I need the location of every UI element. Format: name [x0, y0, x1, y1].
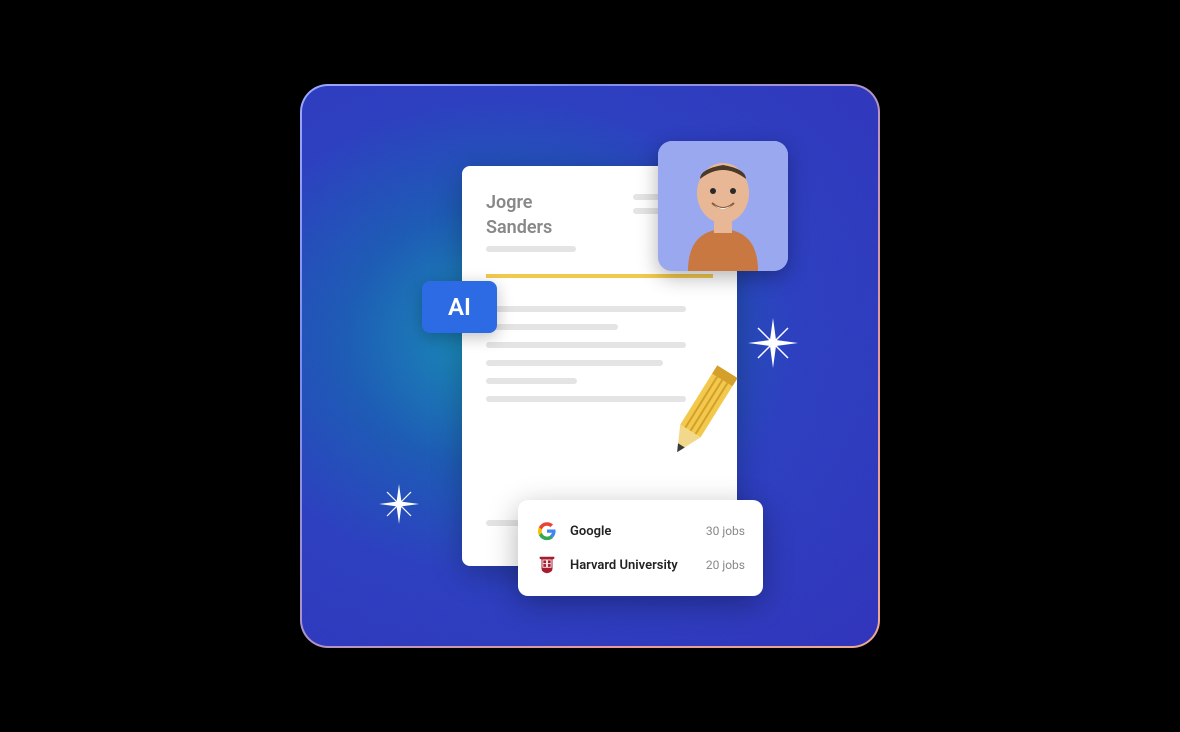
placeholder-line — [486, 396, 686, 402]
avatar-illustration — [658, 141, 788, 271]
job-company-name: Harvard University — [570, 558, 706, 573]
placeholder-line — [486, 378, 577, 384]
placeholder-line — [486, 246, 576, 252]
placeholder-line — [486, 324, 618, 330]
job-row[interactable]: Google 30 jobs — [536, 514, 745, 548]
ai-badge: AI — [422, 281, 497, 333]
job-count: 30 jobs — [706, 524, 745, 538]
jobs-card: Google 30 jobs Harvard University 20 job… — [518, 500, 763, 596]
google-logo-icon — [536, 520, 558, 542]
promo-panel: Jogre Sanders — [302, 86, 878, 646]
sparkle-icon — [748, 318, 798, 368]
first-name: Jogre — [486, 192, 532, 213]
sparkle-icon — [379, 484, 419, 524]
profile-avatar — [658, 141, 788, 271]
promo-frame: Jogre Sanders — [300, 84, 880, 648]
job-count: 20 jobs — [706, 558, 745, 572]
last-name: Sanders — [486, 217, 552, 238]
job-company-name: Google — [570, 524, 706, 539]
job-row[interactable]: Harvard University 20 jobs — [536, 548, 745, 582]
placeholder-line — [486, 306, 686, 312]
ai-badge-label: AI — [448, 293, 471, 321]
placeholder-line — [486, 360, 663, 366]
divider-accent — [486, 274, 713, 278]
harvard-logo-icon — [536, 554, 558, 576]
placeholder-line — [486, 342, 686, 348]
